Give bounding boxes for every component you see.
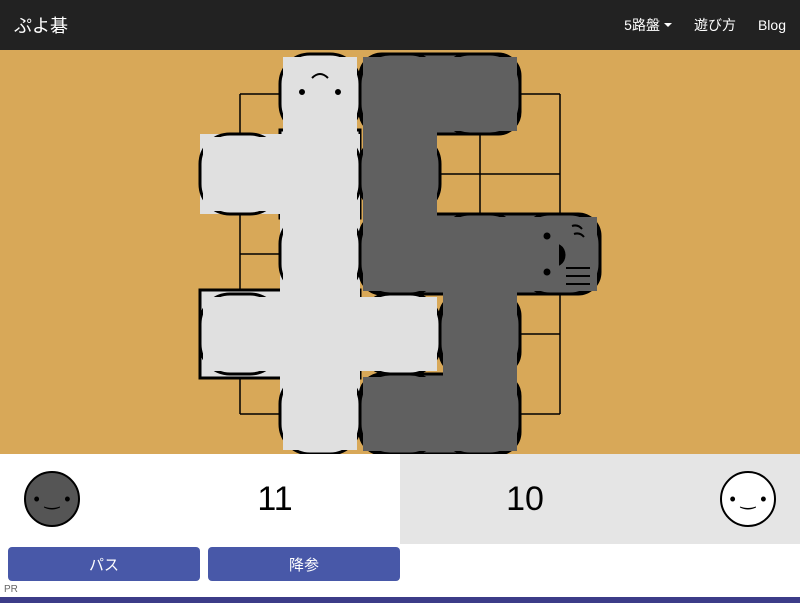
nav-right: 5路盤 遊び方 Blog: [624, 15, 786, 35]
pass-button[interactable]: パス: [8, 547, 200, 581]
black-avatar-icon: • ‿ •: [24, 471, 80, 527]
blog-link[interactable]: Blog: [758, 17, 786, 33]
score-row: • ‿ • 11 10 • ‿ •: [0, 454, 800, 544]
board-size-label: 5路盤: [624, 15, 660, 35]
navbar: ぷよ碁 5路盤 遊び方 Blog: [0, 0, 800, 50]
resign-button[interactable]: 降参: [208, 547, 400, 581]
brand: ぷよ碁: [14, 12, 68, 38]
black-group: [360, 54, 600, 454]
board-svg: [0, 50, 800, 454]
action-row: パス 降参: [0, 544, 800, 584]
how-to-play-link[interactable]: 遊び方: [694, 15, 736, 35]
go-board[interactable]: [0, 50, 800, 454]
black-score-cell: • ‿ • 11: [0, 454, 400, 544]
board-size-dropdown[interactable]: 5路盤: [624, 15, 672, 35]
pr-label: PR: [4, 584, 18, 595]
caret-down-icon: [664, 23, 672, 27]
white-avatar-icon: • ‿ •: [720, 471, 776, 527]
footer: PR: [0, 584, 800, 603]
white-score-cell: 10 • ‿ •: [400, 454, 800, 544]
